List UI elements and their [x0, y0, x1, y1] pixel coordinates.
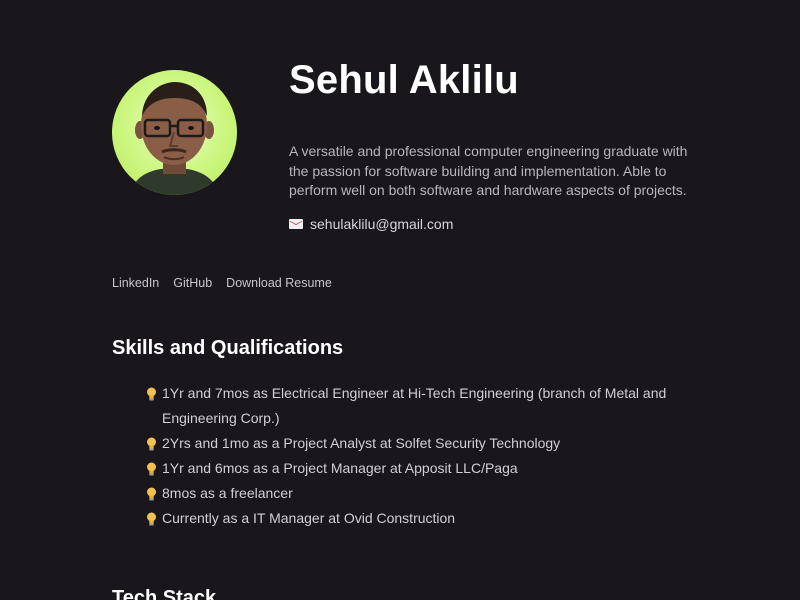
- envelope-icon: [289, 219, 303, 229]
- list-item: 1Yr and 6mos as a Project Manager at App…: [145, 456, 685, 481]
- profile-bio: A versatile and professional computer en…: [289, 143, 688, 198]
- profile-links: LinkedIn GitHub Download Resume: [112, 276, 332, 290]
- lightbulb-icon: [147, 437, 156, 451]
- list-item: 1Yr and 7mos as Electrical Engineer at H…: [145, 381, 685, 431]
- lightbulb-icon: [147, 462, 156, 476]
- download-resume-link[interactable]: Download Resume: [226, 276, 332, 290]
- avatar-portrait: [130, 82, 219, 195]
- portfolio-page: Sehul Aklilu A versatile and professiona…: [0, 0, 800, 600]
- skills-heading: Skills and Qualifications: [112, 337, 344, 359]
- skill-text: 2Yrs and 1mo as a Project Analyst at Sol…: [162, 435, 561, 451]
- lightbulb-icon: [147, 387, 156, 401]
- techstack-heading: Tech Stack: [112, 587, 217, 600]
- skill-text: 8mos as a freelancer: [162, 485, 293, 501]
- list-item: 8mos as a freelancer: [145, 481, 685, 506]
- email-row[interactable]: sehulaklilu@gmail.com: [289, 216, 453, 232]
- github-link[interactable]: GitHub: [173, 276, 212, 290]
- lightbulb-icon: [147, 512, 156, 526]
- list-item: Currently as a IT Manager at Ovid Constr…: [145, 506, 685, 531]
- skill-text: 1Yr and 7mos as Electrical Engineer at H…: [162, 385, 667, 426]
- lightbulb-icon: [147, 487, 156, 501]
- skills-list: 1Yr and 7mos as Electrical Engineer at H…: [145, 381, 685, 531]
- email-address[interactable]: sehulaklilu@gmail.com: [310, 216, 453, 232]
- avatar: [112, 70, 237, 195]
- linkedin-link[interactable]: LinkedIn: [112, 276, 159, 290]
- profile-name: Sehul Aklilu: [289, 58, 519, 102]
- skill-text: 1Yr and 6mos as a Project Manager at App…: [162, 460, 518, 476]
- list-item: 2Yrs and 1mo as a Project Analyst at Sol…: [145, 431, 685, 456]
- skill-text: Currently as a IT Manager at Ovid Constr…: [162, 510, 456, 526]
